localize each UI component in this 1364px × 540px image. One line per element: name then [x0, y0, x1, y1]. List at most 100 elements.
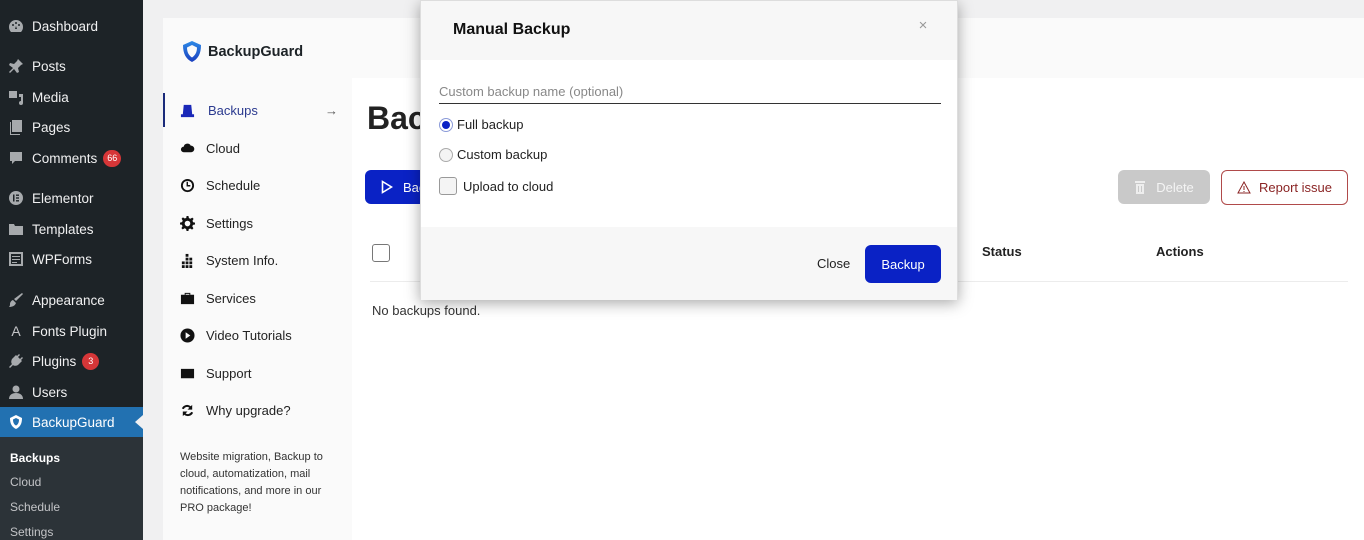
- report-issue-label: Report issue: [1259, 180, 1332, 195]
- delete-button[interactable]: Delete: [1118, 170, 1210, 204]
- wp-menu-label: Comments: [32, 150, 98, 166]
- pin-icon: [8, 58, 24, 74]
- wp-menu-users[interactable]: Users: [0, 377, 143, 407]
- trash-icon: [1135, 181, 1146, 194]
- wp-menu-label: Users: [32, 384, 68, 400]
- nav-services[interactable]: Services: [163, 281, 352, 315]
- gear-icon: [179, 215, 195, 231]
- warning-icon: [1237, 181, 1251, 194]
- wp-submenu-cloud[interactable]: Cloud: [10, 475, 41, 489]
- wp-menu-dashboard[interactable]: Dashboard: [0, 11, 143, 41]
- arrow-right-icon: →: [325, 102, 338, 118]
- brush-icon: [8, 292, 24, 308]
- custom-backup-radio[interactable]: [439, 147, 453, 162]
- form-icon: [8, 251, 24, 267]
- nav-label: Settings: [206, 215, 253, 231]
- nav-label: Schedule: [206, 177, 261, 193]
- nav-system-info[interactable]: System Info.: [163, 243, 352, 277]
- full-backup-radio[interactable]: [439, 117, 453, 132]
- wp-submenu: Backups Cloud Schedule Settings: [0, 437, 143, 540]
- close-button[interactable]: Close: [817, 256, 850, 271]
- wp-menu-label: WPForms: [32, 251, 92, 267]
- clock-icon: [179, 177, 195, 193]
- column-header-actions: Actions: [1156, 244, 1204, 259]
- nav-label: Why upgrade?: [206, 402, 291, 418]
- shield-logo-icon: [183, 41, 201, 62]
- nav-cloud[interactable]: Cloud: [163, 131, 352, 165]
- plug-icon: [8, 353, 24, 369]
- user-icon: [8, 384, 24, 400]
- wp-menu-templates[interactable]: Templates: [0, 214, 143, 244]
- modal-title: Manual Backup: [453, 21, 571, 38]
- wp-menu-wpforms[interactable]: WPForms: [0, 244, 143, 274]
- nav-label: System Info.: [206, 252, 279, 268]
- backup-icon: [179, 102, 195, 118]
- option-label: Upload to cloud: [463, 178, 554, 194]
- wp-menu-backupguard[interactable]: BackupGuard: [0, 407, 143, 437]
- wp-menu-label: Media: [32, 89, 69, 105]
- nav-why-upgrade[interactable]: Why upgrade?: [163, 393, 352, 427]
- nav-schedule[interactable]: Schedule: [163, 168, 352, 202]
- nav-backups[interactable]: Backups →: [163, 93, 352, 127]
- upload-to-cloud-option[interactable]: Upload to cloud: [439, 177, 553, 195]
- nav-support[interactable]: Support: [163, 356, 352, 390]
- nav-label: Support: [206, 365, 252, 381]
- media-icon: [8, 89, 24, 105]
- empty-table-message: No backups found.: [372, 303, 481, 318]
- envelope-icon: [179, 365, 195, 381]
- modal-header: Manual Backup ×: [421, 1, 957, 60]
- wp-menu-appearance[interactable]: Appearance: [0, 285, 143, 315]
- nav-video-tutorials[interactable]: Video Tutorials: [163, 318, 352, 352]
- play-icon: [179, 327, 195, 343]
- backup-name-input[interactable]: [439, 79, 941, 104]
- refresh-icon: [179, 402, 195, 418]
- system-info-icon: [179, 252, 195, 268]
- wp-menu-label: Posts: [32, 58, 66, 74]
- wp-menu-label: BackupGuard: [32, 414, 115, 430]
- wp-menu-elementor[interactable]: Elementor: [0, 183, 143, 213]
- elementor-icon: [8, 190, 24, 206]
- wp-submenu-backups[interactable]: Backups: [10, 451, 60, 465]
- wp-menu-label: Appearance: [32, 292, 105, 308]
- modal-footer: Close Backup: [421, 227, 957, 300]
- full-backup-option[interactable]: Full backup: [439, 117, 523, 132]
- wp-admin-sidebar: Dashboard Posts Media Pages Comments 66 …: [0, 0, 143, 540]
- close-icon[interactable]: ×: [915, 18, 931, 34]
- nav-label: Video Tutorials: [206, 327, 292, 343]
- wp-menu-plugins[interactable]: Plugins 3: [0, 346, 143, 376]
- play-outline-icon: [381, 180, 393, 194]
- pro-promo-text: Website migration, Backup to cloud, auto…: [180, 451, 323, 514]
- nav-label: Backups: [208, 102, 258, 118]
- wp-menu-pages[interactable]: Pages: [0, 112, 143, 142]
- logo-text: BackupGuard: [208, 44, 304, 60]
- shield-icon: [8, 414, 24, 430]
- wp-menu-media[interactable]: Media: [0, 82, 143, 112]
- wp-menu-fonts-plugin[interactable]: A Fonts Plugin: [0, 316, 143, 346]
- font-icon: A: [11, 323, 21, 339]
- upload-to-cloud-checkbox[interactable]: [439, 177, 457, 195]
- cloud-icon: [179, 140, 195, 156]
- nav-label: Services: [206, 290, 256, 306]
- report-issue-button[interactable]: Report issue: [1221, 170, 1348, 205]
- delete-button-label: Delete: [1156, 179, 1194, 195]
- option-label: Custom backup: [457, 147, 548, 162]
- wp-submenu-schedule[interactable]: Schedule: [10, 500, 60, 514]
- wp-menu-posts[interactable]: Posts: [0, 51, 143, 81]
- nav-label: Cloud: [206, 140, 240, 156]
- wp-menu-comments[interactable]: Comments 66: [0, 143, 143, 173]
- wp-menu-label: Elementor: [32, 190, 94, 206]
- wp-submenu-settings[interactable]: Settings: [10, 525, 53, 539]
- column-header-status: Status: [982, 244, 1022, 259]
- nav-settings[interactable]: Settings: [163, 206, 352, 240]
- dashboard-icon: [8, 18, 24, 34]
- option-label: Full backup: [457, 117, 524, 132]
- wp-menu-label: Fonts Plugin: [32, 323, 108, 339]
- plugins-update-badge: 3: [82, 352, 100, 370]
- comment-icon: [8, 150, 24, 166]
- wp-menu-label: Pages: [32, 119, 71, 135]
- select-all-checkbox[interactable]: [372, 244, 390, 262]
- custom-backup-option[interactable]: Custom backup: [439, 147, 547, 162]
- modal-backup-button[interactable]: Backup: [865, 245, 941, 283]
- manual-backup-modal: Manual Backup × Full backup Custom backu…: [420, 0, 958, 300]
- wp-menu-label: Plugins: [32, 353, 77, 369]
